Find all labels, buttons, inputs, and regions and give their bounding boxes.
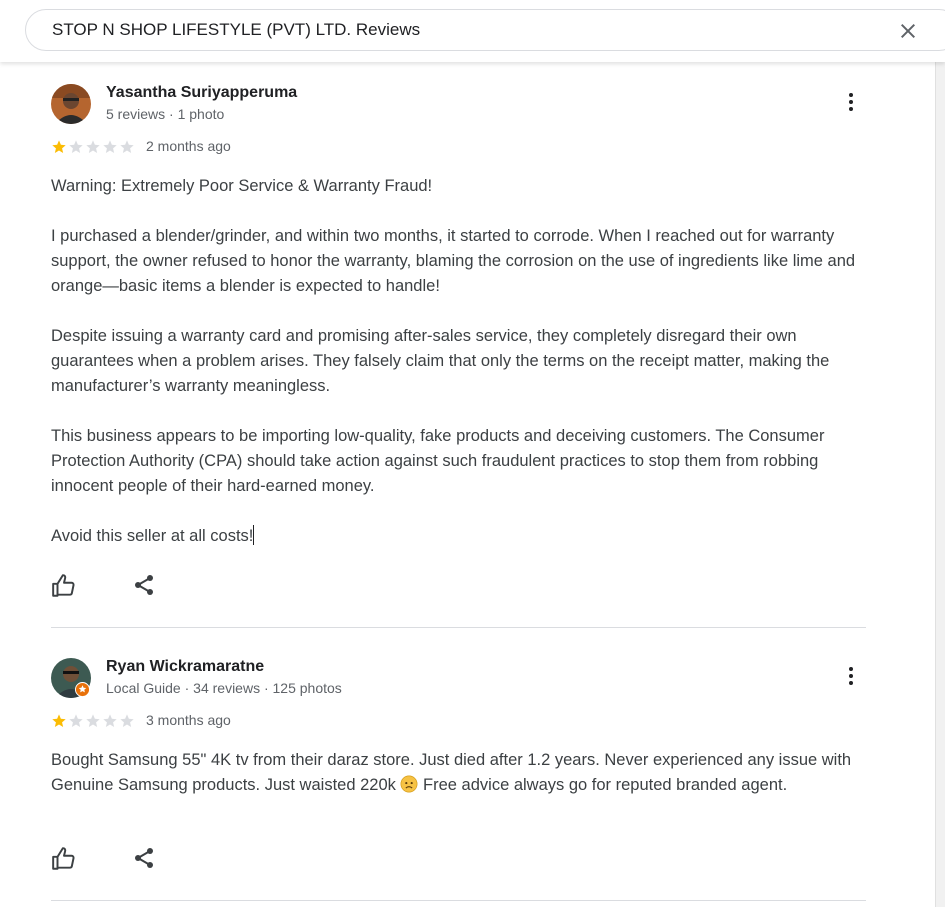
search-box[interactable]: STOP N SHOP LIFESTYLE (PVT) LTD. Reviews bbox=[25, 9, 945, 51]
review-date: 2 months ago bbox=[146, 138, 231, 154]
disappointed-face-icon bbox=[400, 775, 418, 793]
review-paragraph: This business appears to be importing lo… bbox=[51, 427, 825, 495]
share-icon[interactable] bbox=[132, 846, 156, 870]
share-icon[interactable] bbox=[132, 573, 156, 597]
thumbs-up-icon[interactable] bbox=[51, 573, 77, 599]
review-text: Warning: Extremely Poor Service & Warran… bbox=[51, 174, 866, 549]
star-rating bbox=[51, 713, 135, 729]
review-text-part: Free advice always go for reputed brande… bbox=[418, 776, 788, 794]
close-icon[interactable] bbox=[896, 19, 920, 43]
reviewer-meta: 5 reviews · 1 photo bbox=[106, 106, 225, 122]
reviewer-meta: Local Guide · 34 reviews · 125 photos bbox=[106, 680, 342, 696]
review-card: Ryan Wickramaratne Local Guide · 34 revi… bbox=[51, 658, 866, 903]
review-actions bbox=[51, 573, 156, 599]
review-date: 3 months ago bbox=[146, 712, 231, 728]
reviewer-name[interactable]: Ryan Wickramaratne bbox=[106, 658, 264, 676]
star-filled-icon bbox=[52, 140, 66, 153]
more-options-icon[interactable] bbox=[839, 664, 863, 688]
star-empty-icon bbox=[86, 714, 100, 727]
text-cursor bbox=[253, 525, 255, 545]
star-empty-icon bbox=[69, 140, 83, 153]
star-empty-icon bbox=[120, 714, 134, 727]
review-card: Yasantha Suriyapperuma 5 reviews · 1 pho… bbox=[51, 84, 866, 629]
star-filled-icon bbox=[52, 714, 66, 727]
star-empty-icon bbox=[103, 140, 117, 153]
review-paragraph: I purchased a blender/grinder, and withi… bbox=[51, 227, 856, 295]
star-rating bbox=[51, 139, 135, 155]
scrollbar[interactable] bbox=[935, 62, 945, 907]
local-guide-badge-icon bbox=[75, 682, 90, 697]
review-divider bbox=[51, 900, 866, 901]
avatar[interactable] bbox=[51, 84, 91, 124]
star-empty-icon bbox=[120, 140, 134, 153]
more-options-icon[interactable] bbox=[839, 90, 863, 114]
star-empty-icon bbox=[86, 140, 100, 153]
reviewer-name[interactable]: Yasantha Suriyapperuma bbox=[106, 84, 297, 102]
review-paragraph-last: Avoid this seller at all costs! bbox=[51, 524, 866, 549]
review-actions bbox=[51, 846, 156, 872]
review-paragraph: Bought Samsung 55" 4K tv from their dara… bbox=[51, 748, 866, 798]
review-paragraph: Despite issuing a warranty card and prom… bbox=[51, 327, 830, 395]
review-text: Bought Samsung 55" 4K tv from their dara… bbox=[51, 748, 866, 798]
star-empty-icon bbox=[69, 714, 83, 727]
review-divider bbox=[51, 627, 866, 628]
search-header: STOP N SHOP LIFESTYLE (PVT) LTD. Reviews bbox=[0, 0, 945, 62]
thumbs-up-icon[interactable] bbox=[51, 846, 77, 872]
review-paragraph: Warning: Extremely Poor Service & Warran… bbox=[51, 177, 433, 195]
search-query[interactable]: STOP N SHOP LIFESTYLE (PVT) LTD. Reviews bbox=[52, 20, 420, 40]
review-paragraph: Avoid this seller at all costs! bbox=[51, 527, 254, 545]
star-empty-icon bbox=[103, 714, 117, 727]
